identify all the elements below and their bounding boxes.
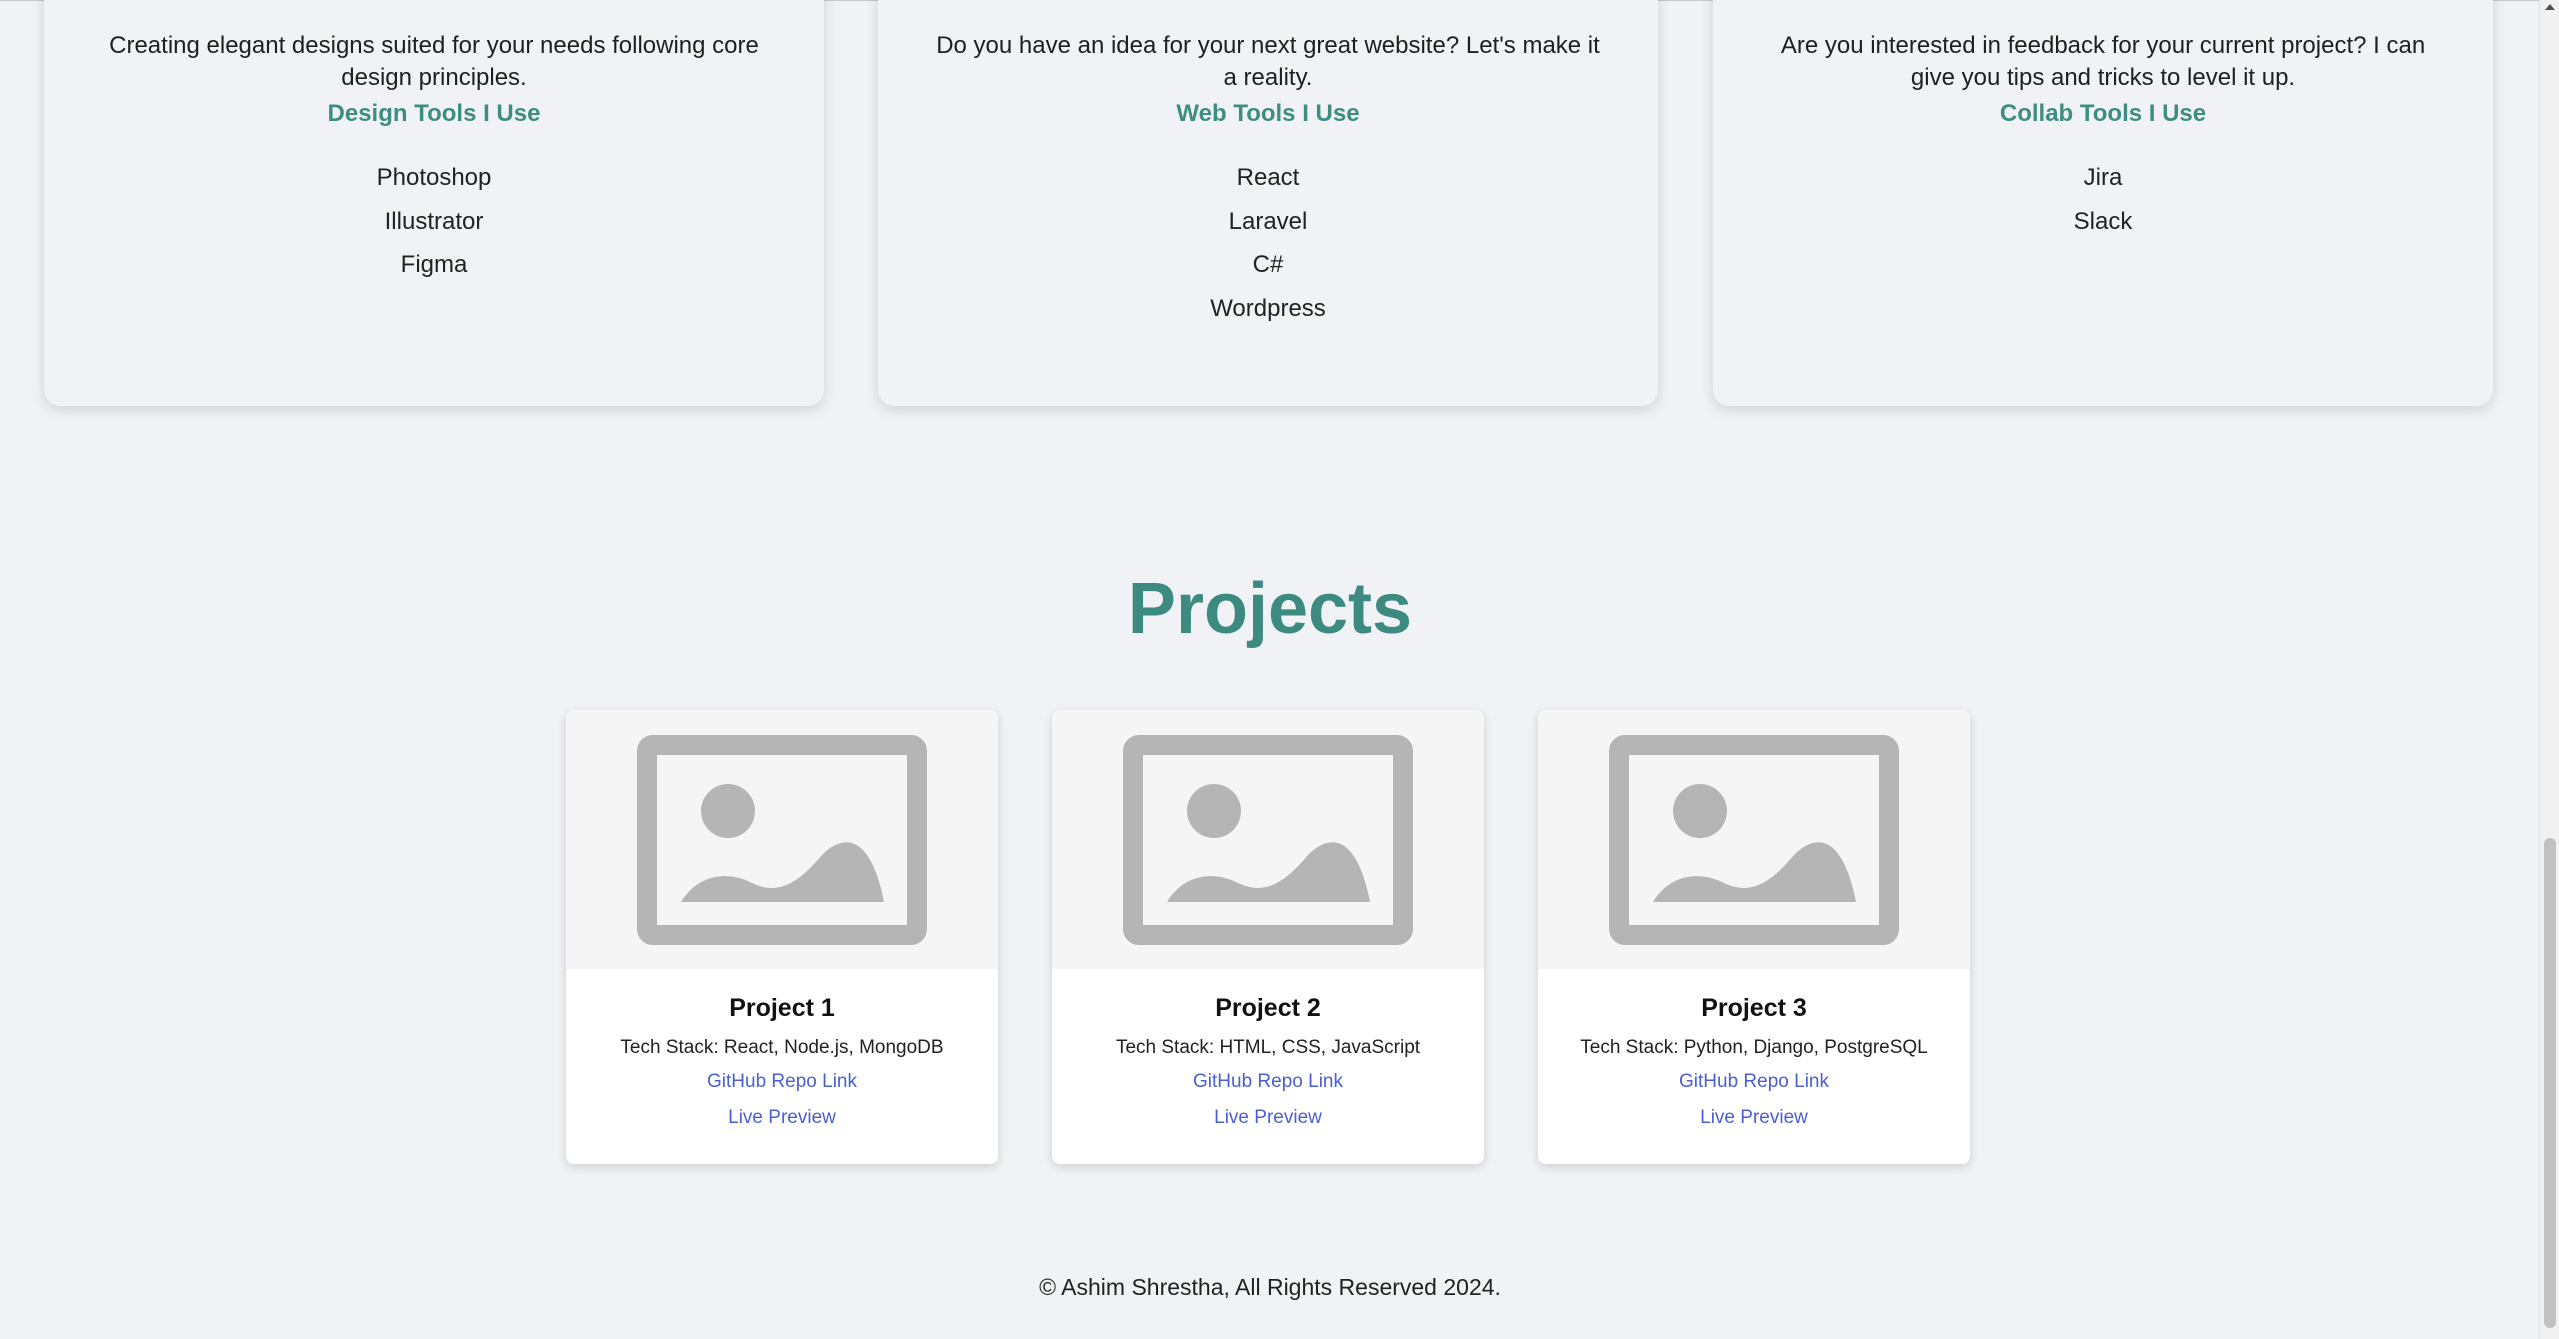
image-placeholder-icon (1123, 734, 1413, 945)
tool-item: Jira (2083, 164, 2123, 191)
project-title: Project 1 (729, 994, 835, 1022)
live-preview-link[interactable]: Live Preview (1538, 1107, 1970, 1129)
project-tech-stack: Tech Stack: HTML, CSS, JavaScript (1115, 1037, 1421, 1058)
github-repo-link[interactable]: GitHub Repo Link (1538, 1071, 1970, 1093)
tools-title: Web Tools I Use (1176, 100, 1360, 127)
tool-item: React (1236, 164, 1300, 191)
tool-item: Slack (2073, 207, 2133, 235)
tools-title: Design Tools I Use (327, 100, 541, 127)
service-description: Are you interested in feedback for your … (1780, 32, 2426, 91)
vertical-scrollbar[interactable] (2539, 0, 2559, 1339)
tools-list: Photoshop Illustrator Figma (44, 156, 824, 287)
project-card: Project 2 Tech Stack: HTML, CSS, JavaScr… (1052, 710, 1484, 1164)
live-preview-link[interactable]: Live Preview (1052, 1107, 1484, 1129)
projects-heading: Projects (1127, 569, 1413, 649)
tool-item: Figma (400, 251, 468, 278)
service-description: Do you have an idea for your next great … (936, 32, 1600, 91)
footer-copyright: © Ashim Shrestha, All Rights Reserved 20… (1039, 1274, 1501, 1300)
project-thumbnail (1052, 710, 1484, 969)
service-description: Creating elegant designs suited for your… (109, 32, 759, 91)
tool-item: Photoshop (376, 164, 492, 191)
service-card-web: Do you have an idea for your next great … (878, 0, 1658, 406)
tool-item: Laravel (1228, 207, 1308, 235)
project-title: Project 3 (1701, 994, 1807, 1022)
service-card-collab: Are you interested in feedback for your … (1713, 0, 2493, 406)
tool-item: C# (1252, 251, 1284, 278)
project-card: Project 1 Tech Stack: React, Node.js, Mo… (566, 710, 998, 1164)
project-title: Project 2 (1215, 994, 1321, 1022)
project-thumbnail (566, 710, 998, 969)
tool-item: Illustrator (384, 207, 484, 235)
project-tech-stack: Tech Stack: React, Node.js, MongoDB (620, 1037, 944, 1058)
image-placeholder-icon (637, 734, 927, 945)
image-placeholder-icon (1609, 734, 1899, 945)
tool-item: Wordpress (1210, 294, 1326, 322)
tools-title: Collab Tools I Use (1999, 100, 2207, 127)
tools-list: React Laravel C# Wordpress (878, 156, 1658, 330)
live-preview-link[interactable]: Live Preview (566, 1107, 998, 1129)
service-card-design: Creating elegant designs suited for your… (44, 0, 824, 406)
scrollbar-thumb[interactable] (2544, 838, 2556, 1328)
scroll-up-arrow-icon[interactable] (2545, 4, 2555, 10)
portfolio-page: Creating elegant designs suited for your… (0, 0, 2559, 1339)
project-thumbnail (1538, 710, 1970, 969)
github-repo-link[interactable]: GitHub Repo Link (1052, 1071, 1484, 1093)
project-tech-stack: Tech Stack: Python, Django, PostgreSQL (1580, 1037, 1928, 1058)
project-card: Project 3 Tech Stack: Python, Django, Po… (1538, 710, 1970, 1164)
github-repo-link[interactable]: GitHub Repo Link (566, 1071, 998, 1093)
tools-list: Jira Slack (1713, 156, 2493, 243)
